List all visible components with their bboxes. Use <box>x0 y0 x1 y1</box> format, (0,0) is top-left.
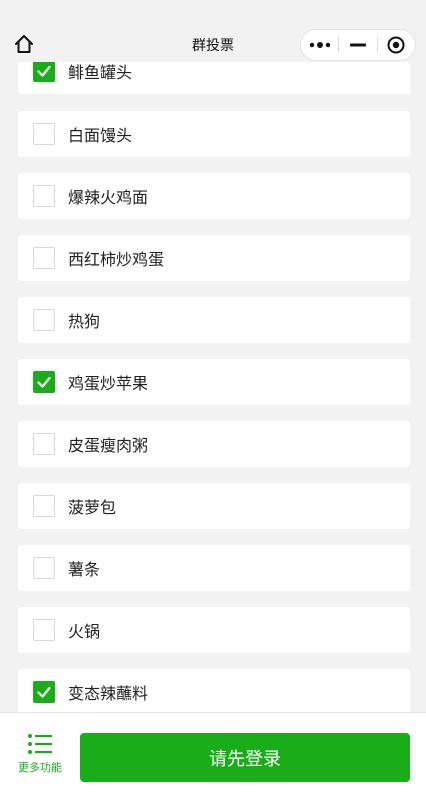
option-item[interactable]: 鸡蛋炒苹果 <box>18 359 410 405</box>
option-item[interactable]: 薯条 <box>18 545 410 591</box>
minimize-button[interactable] <box>339 30 376 60</box>
option-checkbox[interactable] <box>33 185 55 207</box>
option-checkbox[interactable] <box>33 247 55 269</box>
option-checkbox[interactable] <box>33 371 55 393</box>
option-label: 鸡蛋炒苹果 <box>68 374 149 393</box>
nav-bar: 群投票 <box>0 0 426 62</box>
option-label: 菠萝包 <box>68 498 117 517</box>
login-button[interactable]: 请先登录 <box>80 733 410 782</box>
option-item[interactable]: 白面馒头 <box>18 111 410 157</box>
option-label: 西红柿炒鸡蛋 <box>68 250 165 269</box>
more-functions-button[interactable]: 更多功能 <box>10 733 70 783</box>
option-label: 薯条 <box>68 560 101 579</box>
option-item[interactable]: 西红柿炒鸡蛋 <box>18 235 410 281</box>
option-checkbox[interactable] <box>33 123 55 145</box>
option-checkbox[interactable] <box>33 309 55 331</box>
option-checkbox[interactable] <box>33 433 55 455</box>
option-item[interactable]: 火锅 <box>18 607 410 653</box>
option-label: 鲱鱼罐头 <box>68 63 133 82</box>
close-target-icon <box>387 36 405 54</box>
option-checkbox[interactable] <box>33 557 55 579</box>
option-item[interactable]: 皮蛋瘦肉粥 <box>18 421 410 467</box>
option-label: 爆辣火鸡面 <box>68 188 149 207</box>
minimize-icon <box>349 43 366 47</box>
option-checkbox[interactable] <box>33 495 55 517</box>
option-label: 皮蛋瘦肉粥 <box>68 436 149 455</box>
vote-option-list: 鲱鱼罐头 白面馒头 爆辣火鸡面 西红柿炒鸡蛋 热狗 鸡蛋炒苹果 皮蛋瘦肉粥 菠萝… <box>0 0 426 712</box>
option-item[interactable]: 爆辣火鸡面 <box>18 173 410 219</box>
checkmark-icon <box>37 686 51 698</box>
option-checkbox[interactable] <box>33 681 55 703</box>
option-label: 白面馒头 <box>68 126 133 145</box>
checkmark-icon <box>37 65 51 77</box>
more-button[interactable] <box>301 30 338 60</box>
checkmark-icon <box>37 376 51 388</box>
option-checkbox[interactable] <box>33 619 55 641</box>
bottom-bar: 更多功能 请先登录 <box>0 712 426 800</box>
option-label: 热狗 <box>68 312 101 331</box>
more-functions-label: 更多功能 <box>18 761 62 774</box>
more-dots-icon <box>309 42 330 48</box>
option-checkbox[interactable] <box>33 60 55 82</box>
option-item[interactable]: 变态辣蘸料 <box>18 669 410 712</box>
list-menu-icon <box>28 734 52 754</box>
capsule-menu <box>300 29 416 61</box>
close-button[interactable] <box>378 30 415 60</box>
option-label: 火锅 <box>68 622 101 641</box>
option-label: 变态辣蘸料 <box>68 684 149 703</box>
option-item[interactable]: 热狗 <box>18 297 410 343</box>
option-item[interactable]: 菠萝包 <box>18 483 410 529</box>
